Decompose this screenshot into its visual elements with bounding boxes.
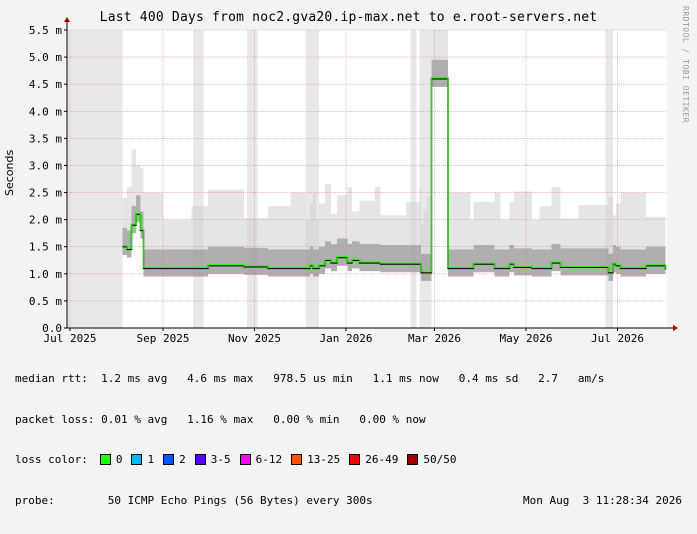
smoke-core: [578, 248, 609, 276]
unknown-period: [605, 30, 613, 328]
smoke-core: [551, 244, 561, 272]
loss-color-item: 13-25: [291, 453, 340, 467]
y-tick-label: 0.5 m: [29, 295, 62, 308]
smoke-core: [494, 249, 501, 277]
unknown-period: [247, 30, 258, 328]
probe-line: probe: 50 ICMP Echo Pings (56 Bytes) eve…: [15, 494, 682, 508]
y-tick-label: 2.5 m: [29, 187, 62, 200]
loss-color-text: 6-12: [255, 453, 283, 466]
smoke-core: [380, 245, 406, 273]
y-tick-label: 3.0 m: [29, 159, 62, 172]
smoke-core: [359, 244, 375, 272]
smoke-core: [424, 253, 427, 281]
loss-color-swatch: [407, 454, 419, 466]
loss-color-item: 1: [131, 453, 154, 467]
median-rtt-line: median rtt: 1.2 ms avg 4.6 ms max 978.5 …: [15, 372, 605, 385]
loss-color-swatch: [163, 454, 175, 466]
smoke-core: [620, 249, 646, 277]
smoke-core: [473, 245, 495, 273]
y-tick-label: 3.5 m: [29, 132, 62, 145]
unknown-period: [305, 30, 319, 328]
loss-color-item: 6-12: [239, 453, 283, 467]
x-tick-label: Mar 2026: [408, 332, 461, 345]
x-tick-label: Jul 2025: [44, 332, 97, 345]
y-tick-label: 2.0 m: [29, 214, 62, 227]
smoke-core: [560, 248, 579, 276]
smoke-core: [616, 246, 621, 274]
smoke-core: [310, 246, 313, 274]
probe-description: probe: 50 ICMP Echo Pings (56 Bytes) eve…: [15, 493, 373, 507]
loss-color-text: 1: [147, 453, 155, 466]
y-tick-label: 4.0 m: [29, 105, 62, 118]
loss-color-item: 3-5: [194, 453, 231, 467]
smoke-core: [500, 249, 510, 277]
smoke-core: [290, 249, 306, 277]
y-tick-label: 1.5 m: [29, 241, 62, 254]
loss-color-item: 2: [163, 453, 186, 467]
smoke-core: [448, 249, 471, 277]
unknown-period: [67, 30, 123, 328]
smoke-core: [316, 249, 319, 277]
packet-loss-line: packet loss: 0.01 % avg 1.16 % max 0.00 …: [15, 412, 426, 426]
y-axis-arrow: [64, 17, 70, 22]
plot-background: [67, 30, 667, 328]
smoke-core: [244, 247, 268, 275]
smoke-core: [331, 244, 337, 272]
x-tick-label: Nov 2025: [228, 332, 281, 345]
unknown-period: [193, 30, 204, 328]
smokeping-chart: Last 400 Days from noc2.gva20.ip-max.net…: [0, 0, 697, 507]
smoke-core: [122, 227, 127, 255]
smoke-core: [427, 253, 430, 281]
loss-color-swatch: [99, 454, 111, 466]
loss-color-text: 2: [179, 453, 186, 466]
x-tick-label: Jul 2026: [591, 332, 644, 345]
smoke-core: [325, 241, 331, 269]
smoke-core: [313, 249, 316, 277]
unknown-period: [410, 30, 417, 328]
y-tick-label: 5.0 m: [29, 51, 62, 64]
smoke-core: [431, 59, 448, 87]
smoke-core: [319, 246, 325, 274]
loss-color-label: loss color:: [15, 453, 88, 466]
smoke-core: [352, 241, 360, 269]
y-tick-label: 5.5 m: [29, 24, 62, 37]
loss-color-swatch: [349, 454, 361, 466]
loss-color-swatch: [194, 454, 206, 466]
smoke-core: [374, 244, 381, 272]
smoke-core: [646, 246, 666, 274]
loss-color-items: 0 1 2 3-5 6-12 13-25 26-49 50/50: [99, 453, 466, 467]
smoke-core: [539, 249, 552, 277]
loss-color-text: 3-5: [210, 453, 231, 466]
smoke-core: [163, 249, 192, 277]
smoke-core: [514, 248, 532, 276]
smoke-core: [305, 249, 310, 277]
x-axis-arrow: [673, 325, 678, 331]
loss-color-item: 50/50: [407, 453, 456, 467]
y-tick-label: 4.5 m: [29, 78, 62, 91]
stats-panel: median rtt: 1.2 ms avg 4.6 ms max 978.5 …: [15, 345, 682, 534]
smoke-core: [143, 249, 163, 277]
unknown-period: [419, 30, 432, 328]
x-tick-label: May 2026: [500, 332, 553, 345]
timestamp: Mon Aug 3 11:28:34 2026: [523, 493, 682, 507]
loss-color-swatch: [131, 454, 143, 466]
loss-color-text: 50/50: [423, 453, 457, 466]
x-tick-label: Jan 2026: [320, 332, 373, 345]
smoke-core: [208, 246, 244, 274]
smoke-core: [191, 249, 208, 277]
loss-color-swatch: [291, 454, 303, 466]
smoke-core: [268, 249, 291, 277]
smoke-core: [532, 249, 540, 277]
smoke-core: [406, 245, 420, 273]
loss-color-item: 0: [99, 453, 123, 467]
loss-color-item: 26-49: [349, 453, 398, 467]
loss-color-text: 13-25: [307, 453, 341, 466]
y-tick-label: 1.0 m: [29, 268, 62, 281]
loss-color-swatch: [239, 454, 251, 466]
loss-color-text: 26-49: [365, 453, 399, 466]
loss-color-text: 0: [115, 453, 123, 466]
loss-color-legend: loss color: 0 1 2 3-5 6-12 13-25 26-49 50/50: [15, 453, 682, 467]
x-tick-label: Sep 2025: [137, 332, 190, 345]
